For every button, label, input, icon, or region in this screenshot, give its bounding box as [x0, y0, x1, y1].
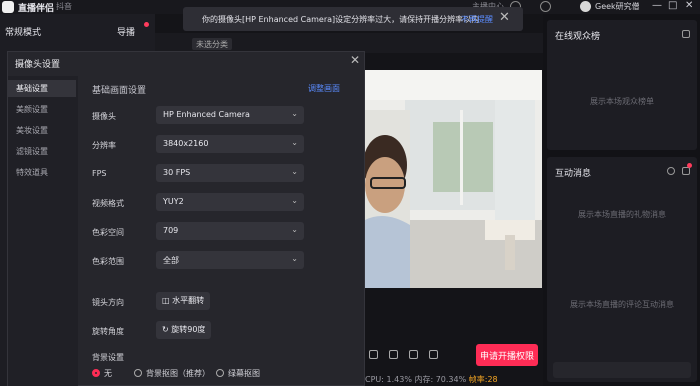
filter-icon[interactable]: [667, 167, 675, 175]
avatar[interactable]: [580, 1, 591, 12]
rotate-label: 旋转角度: [92, 327, 124, 336]
nav-basic-settings[interactable]: 基础设置: [8, 80, 76, 97]
dismiss-link[interactable]: 不再提醒: [461, 14, 493, 25]
popout-icon[interactable]: [682, 167, 690, 175]
nav-filter-settings[interactable]: 滤镜设置: [8, 143, 76, 160]
chevron-down-icon: ⌄: [291, 196, 298, 205]
flip-icon: ◫: [162, 296, 173, 305]
color-range-select[interactable]: 全部 ⌄: [156, 251, 304, 269]
color-range-value: 全部: [163, 256, 179, 265]
fps-select[interactable]: 30 FPS ⌄: [156, 164, 304, 182]
settings-gear-icon[interactable]: [429, 350, 438, 359]
frame-rate: 帧率:28: [468, 375, 498, 384]
video-format-label: 视频格式: [92, 199, 124, 208]
chat-empty: 展示本场直播的评论互动消息: [570, 300, 674, 309]
rotate-button-label: 旋转90度: [171, 325, 206, 334]
fps-value: 30 FPS: [163, 168, 191, 177]
rotate-icon: ↻: [162, 325, 172, 334]
app-title: 直播伴侣: [18, 4, 55, 14]
viewers-title: 在线观众榜: [555, 32, 601, 42]
minimize-button[interactable]: —: [652, 0, 662, 11]
video-format-select[interactable]: YUY2 ⌄: [156, 193, 304, 211]
bg-none-label: 无: [104, 369, 112, 378]
messages-title: 互动消息: [555, 169, 592, 179]
color-space-label: 色彩空间: [92, 228, 124, 237]
username[interactable]: Geek研究僧: [595, 1, 640, 12]
camera-preview: [365, 70, 542, 288]
section-title: 基础画面设置: [92, 86, 147, 96]
flip-label: 水平翻转: [172, 296, 205, 305]
platform-label: 抖音: [56, 2, 72, 11]
viewers-empty: 展示本场观众榜单: [590, 97, 654, 106]
camera-icon[interactable]: [389, 350, 398, 359]
bg-matting-label: 背景抠图（推荐）: [146, 369, 210, 378]
rotate-button[interactable]: ↻ 旋转90度: [156, 321, 212, 339]
messages-panel: 互动消息 展示本场直播的礼物消息 展示本场直播的评论互动消息: [547, 157, 697, 382]
color-range-label: 色彩范围: [92, 257, 124, 266]
color-space-select[interactable]: 709 ⌄: [156, 222, 304, 240]
chevron-down-icon: ⌄: [291, 138, 298, 147]
nav-effects[interactable]: 特效道具: [8, 164, 76, 181]
chevron-down-icon: ⌄: [291, 167, 298, 176]
start-live-button[interactable]: 申请开播权限: [476, 344, 538, 366]
camera-preview-image: [365, 70, 542, 288]
audio-icon[interactable]: [369, 350, 378, 359]
close-icon[interactable]: ✕: [499, 10, 510, 25]
nav-beauty-settings[interactable]: 美颜设置: [8, 101, 76, 118]
resolution-notice: 你的摄像头[HP Enhanced Camera]设定分辨率过大，请保持开播分辨…: [183, 7, 523, 31]
bg-matting-radio[interactable]: [134, 369, 142, 377]
camera-label: 摄像头: [92, 112, 116, 121]
notification-dot: [687, 163, 692, 168]
flip-horizontal-button[interactable]: ◫ 水平翻转: [156, 292, 211, 310]
video-format-value: YUY2: [163, 197, 184, 206]
resolution-value: 3840x2160: [163, 139, 209, 148]
camera-select[interactable]: HP Enhanced Camera ⌄: [156, 106, 304, 124]
resolution-select[interactable]: 3840x2160 ⌄: [156, 135, 304, 153]
chat-input[interactable]: [553, 362, 691, 378]
close-window-button[interactable]: ✕: [685, 0, 693, 11]
chevron-down-icon: ⌄: [291, 225, 298, 234]
camera-settings-dialog: 摄像头设置 ✕ 基础设置 美颜设置 美妆设置 滤镜设置 特效道具 基础画面设置 …: [7, 51, 365, 386]
notification-dot: [144, 22, 149, 27]
color-space-value: 709: [163, 226, 179, 235]
bg-greenscreen-radio[interactable]: [216, 369, 224, 377]
viewers-panel: 在线观众榜 展示本场观众榜单: [547, 20, 697, 150]
camera-value: HP Enhanced Camera: [163, 110, 250, 119]
settings-icon[interactable]: [540, 1, 551, 12]
memory-usage: 内存: 70.34%: [414, 375, 467, 384]
maximize-button[interactable]: □: [668, 0, 677, 11]
fps-label: FPS: [92, 169, 107, 178]
dialog-nav: 基础设置 美颜设置 美妆设置 滤镜设置 特效道具: [8, 76, 78, 386]
cpu-usage: CPU: 1.43%: [365, 375, 412, 384]
category-tag[interactable]: 未选分类: [192, 38, 232, 50]
bg-none-radio[interactable]: [92, 369, 100, 377]
chevron-down-icon: ⌄: [291, 109, 298, 118]
bg-greenscreen-label: 绿幕抠图: [228, 369, 260, 378]
notice-text: 你的摄像头[HP Enhanced Camera]设定分辨率过大，请保持开播分辨…: [202, 15, 480, 24]
dialog-close-button[interactable]: ✕: [350, 53, 360, 67]
nav-makeup-settings[interactable]: 美妆设置: [8, 122, 76, 139]
adjust-picture-link[interactable]: 调整画面: [308, 83, 340, 94]
chevron-down-icon: ⌄: [291, 254, 298, 263]
guide-button[interactable]: 导播: [117, 25, 135, 38]
status-bar: CPU: 1.43% 内存: 70.34% 帧率:28: [365, 374, 498, 385]
dialog-title: 摄像头设置: [15, 60, 61, 70]
popout-icon[interactable]: [682, 30, 690, 38]
mirror-label: 镜头方向: [92, 298, 124, 307]
app-logo: [2, 1, 14, 13]
gift-empty: 展示本场直播的礼物消息: [578, 210, 666, 219]
background-label: 背景设置: [92, 353, 124, 362]
mode-selector[interactable]: 常规模式: [5, 25, 41, 38]
resolution-label: 分辨率: [92, 141, 116, 150]
screen-icon[interactable]: [409, 350, 418, 359]
